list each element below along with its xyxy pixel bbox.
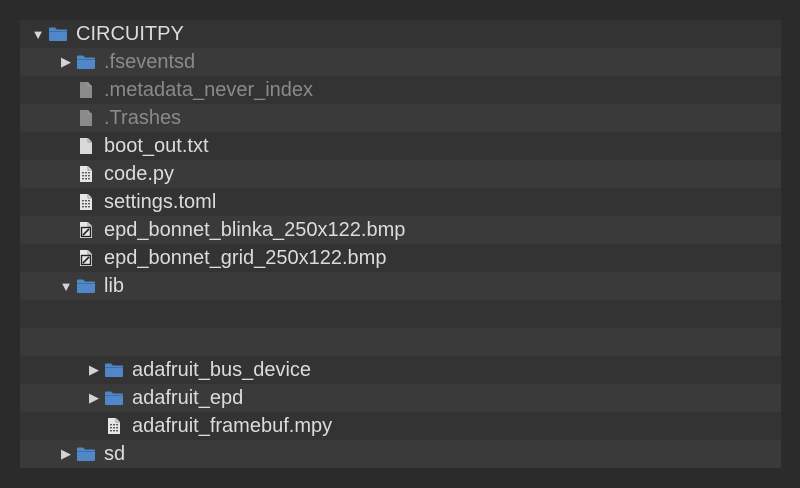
- tree-item-label: adafruit_framebuf.mpy: [132, 415, 333, 437]
- tree-row[interactable]: .metadata_never_index: [20, 76, 781, 104]
- tree-row[interactable]: ▶ sd: [20, 440, 781, 468]
- tree-row[interactable]: adafruit_framebuf.mpy: [20, 412, 781, 440]
- file-tree: ▼ CIRCUITPY ▶ .fseventsd .metadata_never_ind…: [20, 20, 781, 468]
- folder-icon: [76, 272, 96, 300]
- tree-item-label: epd_bonnet_grid_250x122.bmp: [104, 247, 387, 269]
- tree-item-label: CIRCUITPY: [76, 23, 184, 45]
- code-file-icon: [76, 160, 96, 188]
- tree-item-label: .Trashes: [104, 107, 182, 129]
- collapse-arrow-icon[interactable]: ▼: [28, 20, 48, 48]
- folder-icon: [76, 440, 96, 468]
- tree-row[interactable]: ▶ adafruit_epd: [20, 384, 781, 412]
- folder-icon: [104, 384, 124, 412]
- tree-row[interactable]: settings.toml: [20, 188, 781, 216]
- image-file-icon: [76, 216, 96, 244]
- tree-item-label: epd_bonnet_blinka_250x122.bmp: [104, 219, 406, 241]
- file-icon: [76, 104, 96, 132]
- file-icon: [76, 76, 96, 104]
- image-file-icon: [76, 244, 96, 272]
- expand-arrow-icon[interactable]: ▶: [56, 440, 76, 468]
- file-tree-panel: ▼ CIRCUITPY ▶ .fseventsd .metadata_never_ind…: [20, 20, 781, 468]
- folder-icon: [104, 356, 124, 384]
- tree-item-label: .metadata_never_index: [104, 79, 314, 101]
- tree-row[interactable]: code.py: [20, 160, 781, 188]
- expand-arrow-icon[interactable]: ▶: [84, 356, 104, 384]
- expand-arrow-icon[interactable]: ▶: [56, 48, 76, 76]
- tree-row[interactable]: boot_out.txt: [20, 132, 781, 160]
- tree-row-empty: [20, 328, 781, 356]
- tree-row[interactable]: ▶ adafruit_bus_device: [20, 356, 781, 384]
- folder-icon: [76, 48, 96, 76]
- tree-row[interactable]: ▼ lib: [20, 272, 781, 300]
- expand-arrow-icon[interactable]: ▶: [84, 384, 104, 412]
- collapse-arrow-icon[interactable]: ▼: [56, 272, 76, 300]
- tree-row[interactable]: ▼ CIRCUITPY: [20, 20, 781, 48]
- folder-icon: [48, 20, 68, 48]
- code-file-icon: [76, 188, 96, 216]
- tree-item-label: settings.toml: [104, 191, 217, 213]
- file-icon: [76, 132, 96, 160]
- tree-row[interactable]: epd_bonnet_grid_250x122.bmp: [20, 244, 781, 272]
- tree-row[interactable]: epd_bonnet_blinka_250x122.bmp: [20, 216, 781, 244]
- tree-item-label: code.py: [104, 163, 175, 185]
- tree-item-label: boot_out.txt: [104, 135, 209, 157]
- tree-row[interactable]: .Trashes: [20, 104, 781, 132]
- tree-item-label: lib: [104, 275, 125, 297]
- tree-item-label: sd: [104, 443, 126, 465]
- tree-item-label: .fseventsd: [104, 51, 196, 73]
- tree-item-label: adafruit_bus_device: [132, 359, 312, 381]
- tree-item-label: adafruit_epd: [132, 387, 244, 409]
- code-file-icon: [104, 412, 124, 440]
- tree-row[interactable]: ▶ .fseventsd: [20, 48, 781, 76]
- tree-row-empty: [20, 300, 781, 328]
